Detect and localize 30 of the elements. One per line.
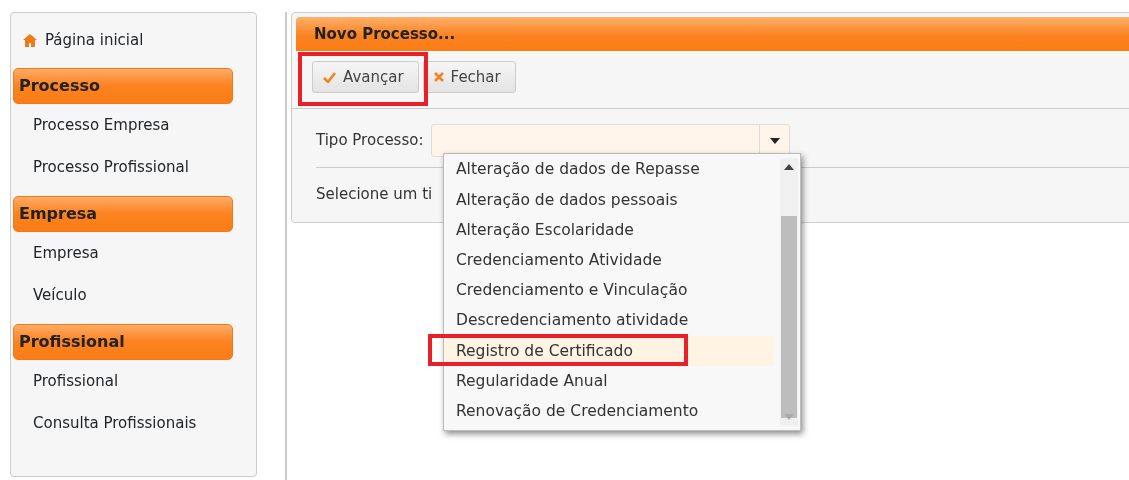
home-icon (23, 33, 37, 47)
check-icon (323, 71, 336, 83)
dropdown-option[interactable]: Alteração Escolaridade (444, 215, 774, 246)
menu-link[interactable]: Consulta Profissionais (33, 411, 197, 435)
dropdown-option[interactable]: Credenciamento Atividade (444, 245, 774, 276)
menu-link[interactable]: Processo Profissional (33, 155, 189, 179)
hint-text: Selecione um ti (316, 185, 433, 203)
home-link[interactable]: Página inicial (45, 28, 144, 52)
dropdown-option[interactable]: Alteração de dados pessoais (444, 185, 774, 216)
section-header[interactable]: Empresa (13, 196, 233, 232)
scroll-down-icon[interactable] (784, 414, 794, 420)
scrollbar[interactable] (780, 158, 798, 426)
field-label: Tipo Processo: (316, 130, 424, 152)
dropdown-option[interactable]: Alteração de dados de Repasse (444, 155, 774, 186)
caret-icon (769, 137, 780, 144)
menu-link[interactable]: Empresa (33, 241, 99, 265)
toolbar-button[interactable]: Avançar (312, 61, 419, 93)
section-header[interactable]: Processo (13, 68, 233, 104)
menu-link[interactable]: Processo Empresa (33, 113, 170, 137)
dropdown-option[interactable]: Descredenciamento atividade (444, 305, 774, 337)
toolbar-button[interactable]: Fechar (422, 61, 516, 93)
dropdown-option[interactable]: Renovação de Credenciamento (444, 396, 774, 427)
section-header[interactable]: Profissional (13, 324, 233, 360)
menu-link[interactable]: Veículo (33, 283, 87, 307)
dropdown-option[interactable]: Regularidade Anual (444, 366, 774, 397)
menu-link[interactable]: Profissional (33, 369, 119, 393)
scroll-up-icon[interactable] (784, 164, 794, 170)
panel-header: Novo Processo... (296, 17, 1129, 51)
dropdown-option[interactable]: Credenciamento e Vinculação (444, 275, 774, 306)
close-icon (433, 72, 444, 82)
